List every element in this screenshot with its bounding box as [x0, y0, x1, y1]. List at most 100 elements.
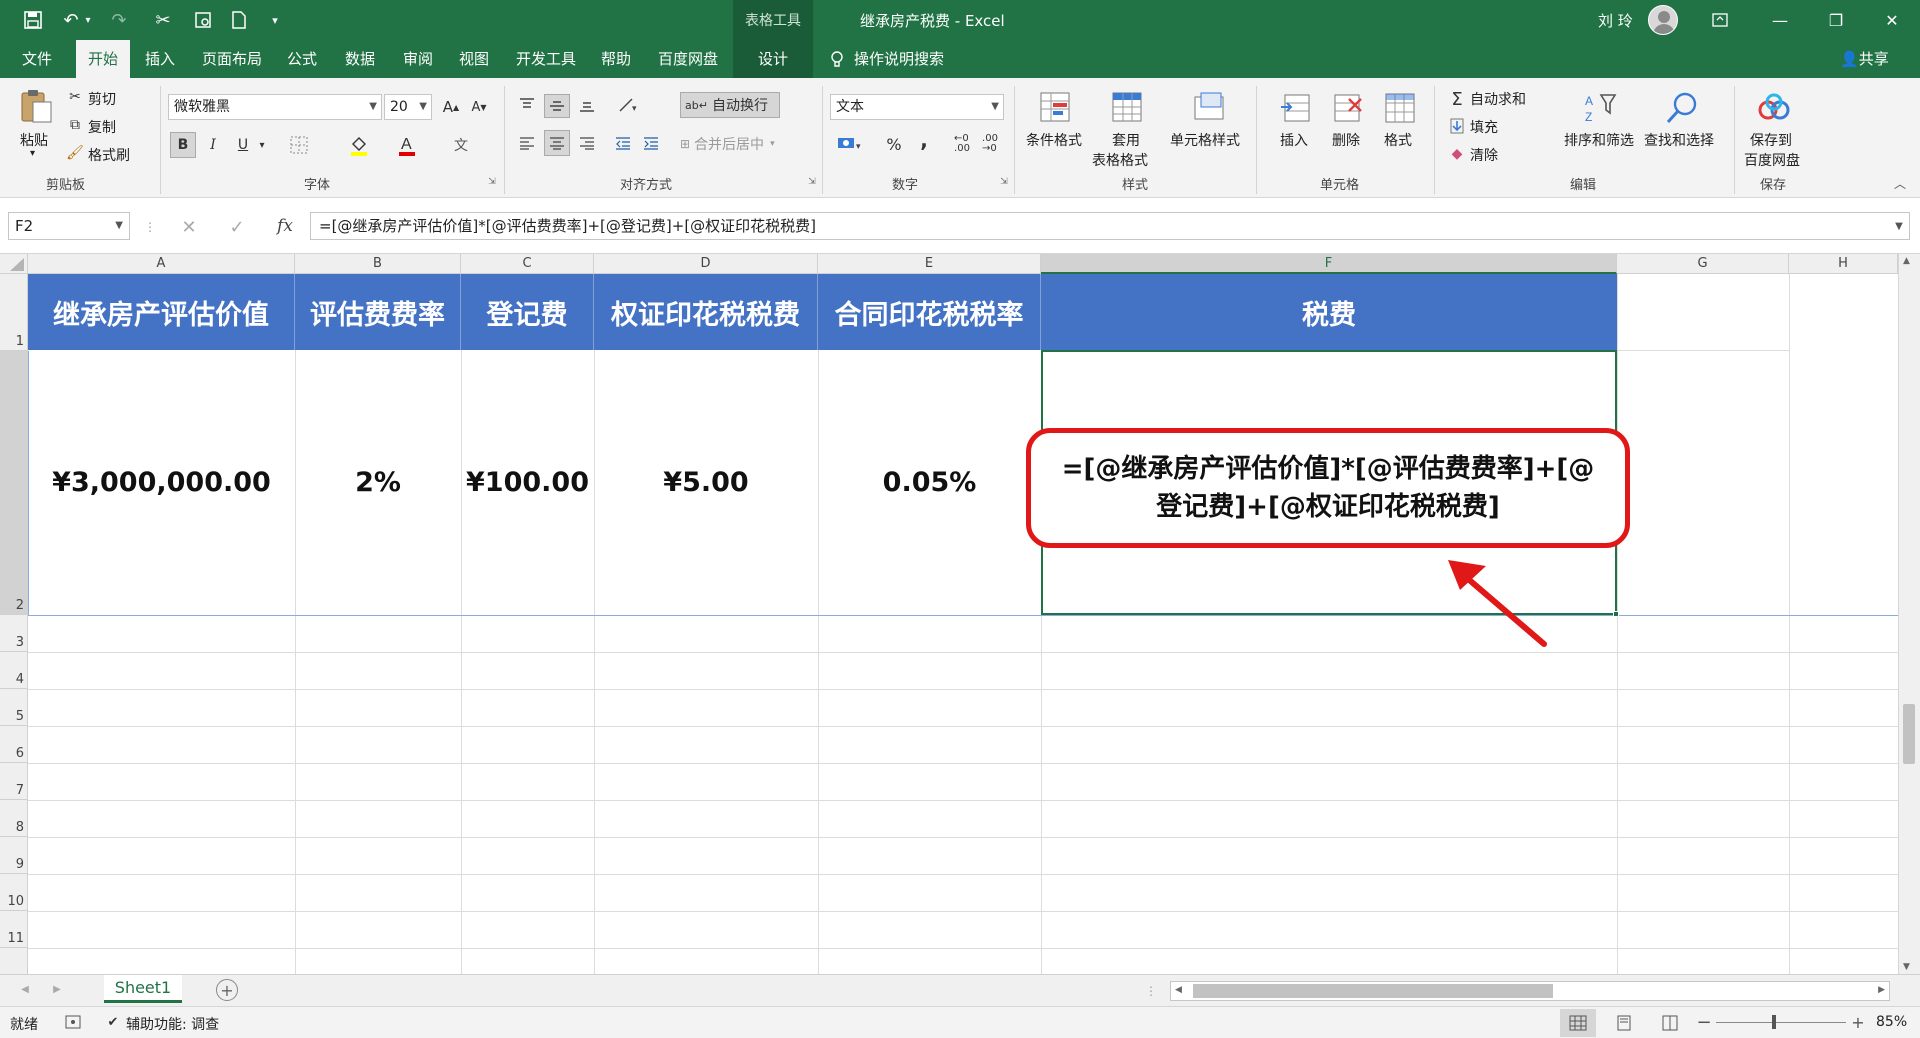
dialog-launcher-icon[interactable]: ⇲: [998, 176, 1010, 188]
column-header-f[interactable]: F: [1041, 254, 1617, 274]
decrease-decimal-icon[interactable]: .00 →0: [978, 132, 1002, 156]
save-to-baidu-line2[interactable]: 百度网盘: [1744, 150, 1800, 170]
shrink-font-icon[interactable]: A ▼: [468, 96, 490, 118]
row-header-9[interactable]: 9: [0, 837, 28, 874]
collapse-ribbon-icon[interactable]: ︿: [1892, 176, 1908, 191]
dialog-launcher-icon[interactable]: ⇲: [486, 176, 498, 188]
borders-icon[interactable]: [286, 132, 312, 158]
currency-icon[interactable]: ▾: [832, 132, 868, 156]
table-header-cell[interactable]: 税费: [1041, 274, 1617, 350]
accessibility-status[interactable]: 辅助功能: 调查: [126, 1014, 219, 1034]
accessibility-icon[interactable]: ✔: [104, 1013, 122, 1031]
save-icon[interactable]: [18, 6, 48, 34]
drag-handle-icon[interactable]: ⋮: [144, 218, 156, 236]
horizontal-scrollbar[interactable]: ◀ ▶: [1170, 981, 1890, 1001]
tab-splitter-icon[interactable]: ⋮: [1145, 981, 1157, 1001]
tab-developer[interactable]: 开发工具: [510, 40, 582, 78]
row-header-4[interactable]: 4: [0, 652, 28, 689]
worksheet-grid[interactable]: A B C D E F G H 1 2 3 4 5 6 7 8 9 10 11: [0, 254, 1920, 974]
chevron-down-icon[interactable]: ▼: [115, 213, 123, 239]
page-layout-view-icon[interactable]: [1606, 1009, 1642, 1037]
tab-formulas[interactable]: 公式: [282, 40, 322, 78]
tab-baidu-netdisk[interactable]: 百度网盘: [652, 40, 724, 78]
sort-filter-button[interactable]: 排序和筛选: [1564, 130, 1634, 150]
table-header-cell[interactable]: 权证印花税税费: [594, 274, 818, 350]
add-sheet-icon[interactable]: +: [216, 979, 238, 1001]
new-file-icon[interactable]: [224, 6, 254, 34]
zoom-slider-track[interactable]: [1716, 1022, 1846, 1023]
font-name-combo[interactable]: 微软雅黑 ▼: [168, 94, 382, 120]
scroll-left-icon[interactable]: ◀: [1175, 985, 1182, 995]
tab-insert[interactable]: 插入: [140, 40, 180, 78]
row-header-3[interactable]: 3: [0, 615, 28, 652]
share-button[interactable]: 👤共享: [1840, 40, 1889, 78]
phonetic-icon[interactable]: 文: [448, 132, 474, 158]
find-select-button[interactable]: 查找和选择: [1644, 130, 1714, 150]
table-cell[interactable]: 2%: [295, 351, 461, 614]
zoom-out-icon[interactable]: −: [1696, 1012, 1712, 1033]
paste-button[interactable]: 粘贴: [20, 130, 48, 150]
delete-cells-button[interactable]: 删除: [1332, 130, 1360, 150]
format-painter-button[interactable]: 格式刷: [88, 145, 130, 165]
align-left-icon[interactable]: [516, 132, 538, 154]
italic-button[interactable]: I: [200, 132, 226, 158]
underline-button[interactable]: U: [230, 132, 256, 158]
align-right-icon[interactable]: [576, 132, 598, 154]
user-name[interactable]: 刘 玲: [1598, 10, 1633, 31]
cell-styles-button[interactable]: 单元格样式: [1170, 130, 1240, 150]
column-header-g[interactable]: G: [1617, 254, 1789, 274]
column-header-d[interactable]: D: [594, 254, 818, 274]
row-header-6[interactable]: 6: [0, 726, 28, 763]
decrease-indent-icon[interactable]: [612, 132, 634, 154]
fill-color-icon[interactable]: [346, 132, 372, 158]
table-cell[interactable]: ¥5.00: [594, 351, 818, 614]
paste-icon[interactable]: [18, 88, 54, 124]
cancel-entry-icon[interactable]: ✕: [178, 216, 200, 238]
autosum-button[interactable]: 自动求和: [1470, 89, 1526, 109]
sheet-tab-sheet1[interactable]: Sheet1: [104, 975, 182, 1003]
orientation-icon[interactable]: ▾: [612, 94, 648, 116]
row-header-11[interactable]: 11: [0, 911, 28, 948]
page-break-view-icon[interactable]: [1652, 1009, 1688, 1037]
cut-qa-icon[interactable]: ✂: [148, 6, 178, 34]
zoom-slider-thumb[interactable]: [1772, 1015, 1776, 1029]
avatar[interactable]: [1648, 5, 1678, 35]
vertical-scrollbar[interactable]: ▲ ▼: [1898, 254, 1920, 974]
zoom-level[interactable]: 85%: [1876, 1014, 1907, 1030]
scroll-right-icon[interactable]: ▶: [1878, 985, 1885, 995]
save-to-baidu-line1[interactable]: 保存到: [1750, 130, 1792, 150]
format-as-table-line2[interactable]: 表格格式: [1092, 150, 1148, 170]
scroll-thumb[interactable]: [1903, 704, 1915, 764]
expand-formula-icon[interactable]: ▼: [1892, 218, 1906, 234]
column-header-h[interactable]: H: [1789, 254, 1898, 274]
increase-indent-icon[interactable]: [640, 132, 662, 154]
scroll-down-icon[interactable]: ▼: [1903, 962, 1910, 972]
table-header-cell[interactable]: 登记费: [461, 274, 594, 350]
insert-cells-button[interactable]: 插入: [1280, 130, 1308, 150]
table-header-cell[interactable]: 合同印花税税率: [818, 274, 1041, 350]
customize-qa-icon[interactable]: ▾: [260, 6, 290, 34]
confirm-entry-icon[interactable]: ✓: [226, 216, 248, 238]
align-middle-icon[interactable]: [544, 94, 570, 118]
table-cell[interactable]: ¥100.00: [461, 351, 594, 614]
minimize-icon[interactable]: —: [1750, 0, 1810, 40]
tab-home[interactable]: 开始: [76, 40, 130, 78]
column-header-b[interactable]: B: [295, 254, 461, 274]
column-header-e[interactable]: E: [818, 254, 1041, 274]
merge-center-button[interactable]: ⊞ 合并后居中 ▾: [680, 132, 790, 156]
font-color-icon[interactable]: A: [394, 132, 420, 158]
tab-data[interactable]: 数据: [340, 40, 380, 78]
fill-handle[interactable]: [1613, 611, 1619, 617]
fill-button[interactable]: 填充: [1470, 117, 1498, 137]
undo-dropdown-icon[interactable]: ▾: [80, 6, 96, 34]
row-header-2[interactable]: 2: [0, 351, 28, 615]
column-header-a[interactable]: A: [28, 254, 295, 274]
paste-dropdown-icon[interactable]: ▾: [30, 148, 35, 159]
row-header-8[interactable]: 8: [0, 800, 28, 837]
row-header-10[interactable]: 10: [0, 874, 28, 911]
insert-function-button[interactable]: fx: [272, 214, 298, 238]
scroll-thumb[interactable]: [1193, 984, 1553, 998]
tab-design[interactable]: 设计: [733, 40, 813, 78]
select-all-corner[interactable]: [0, 254, 28, 274]
bold-button[interactable]: B: [170, 132, 196, 158]
